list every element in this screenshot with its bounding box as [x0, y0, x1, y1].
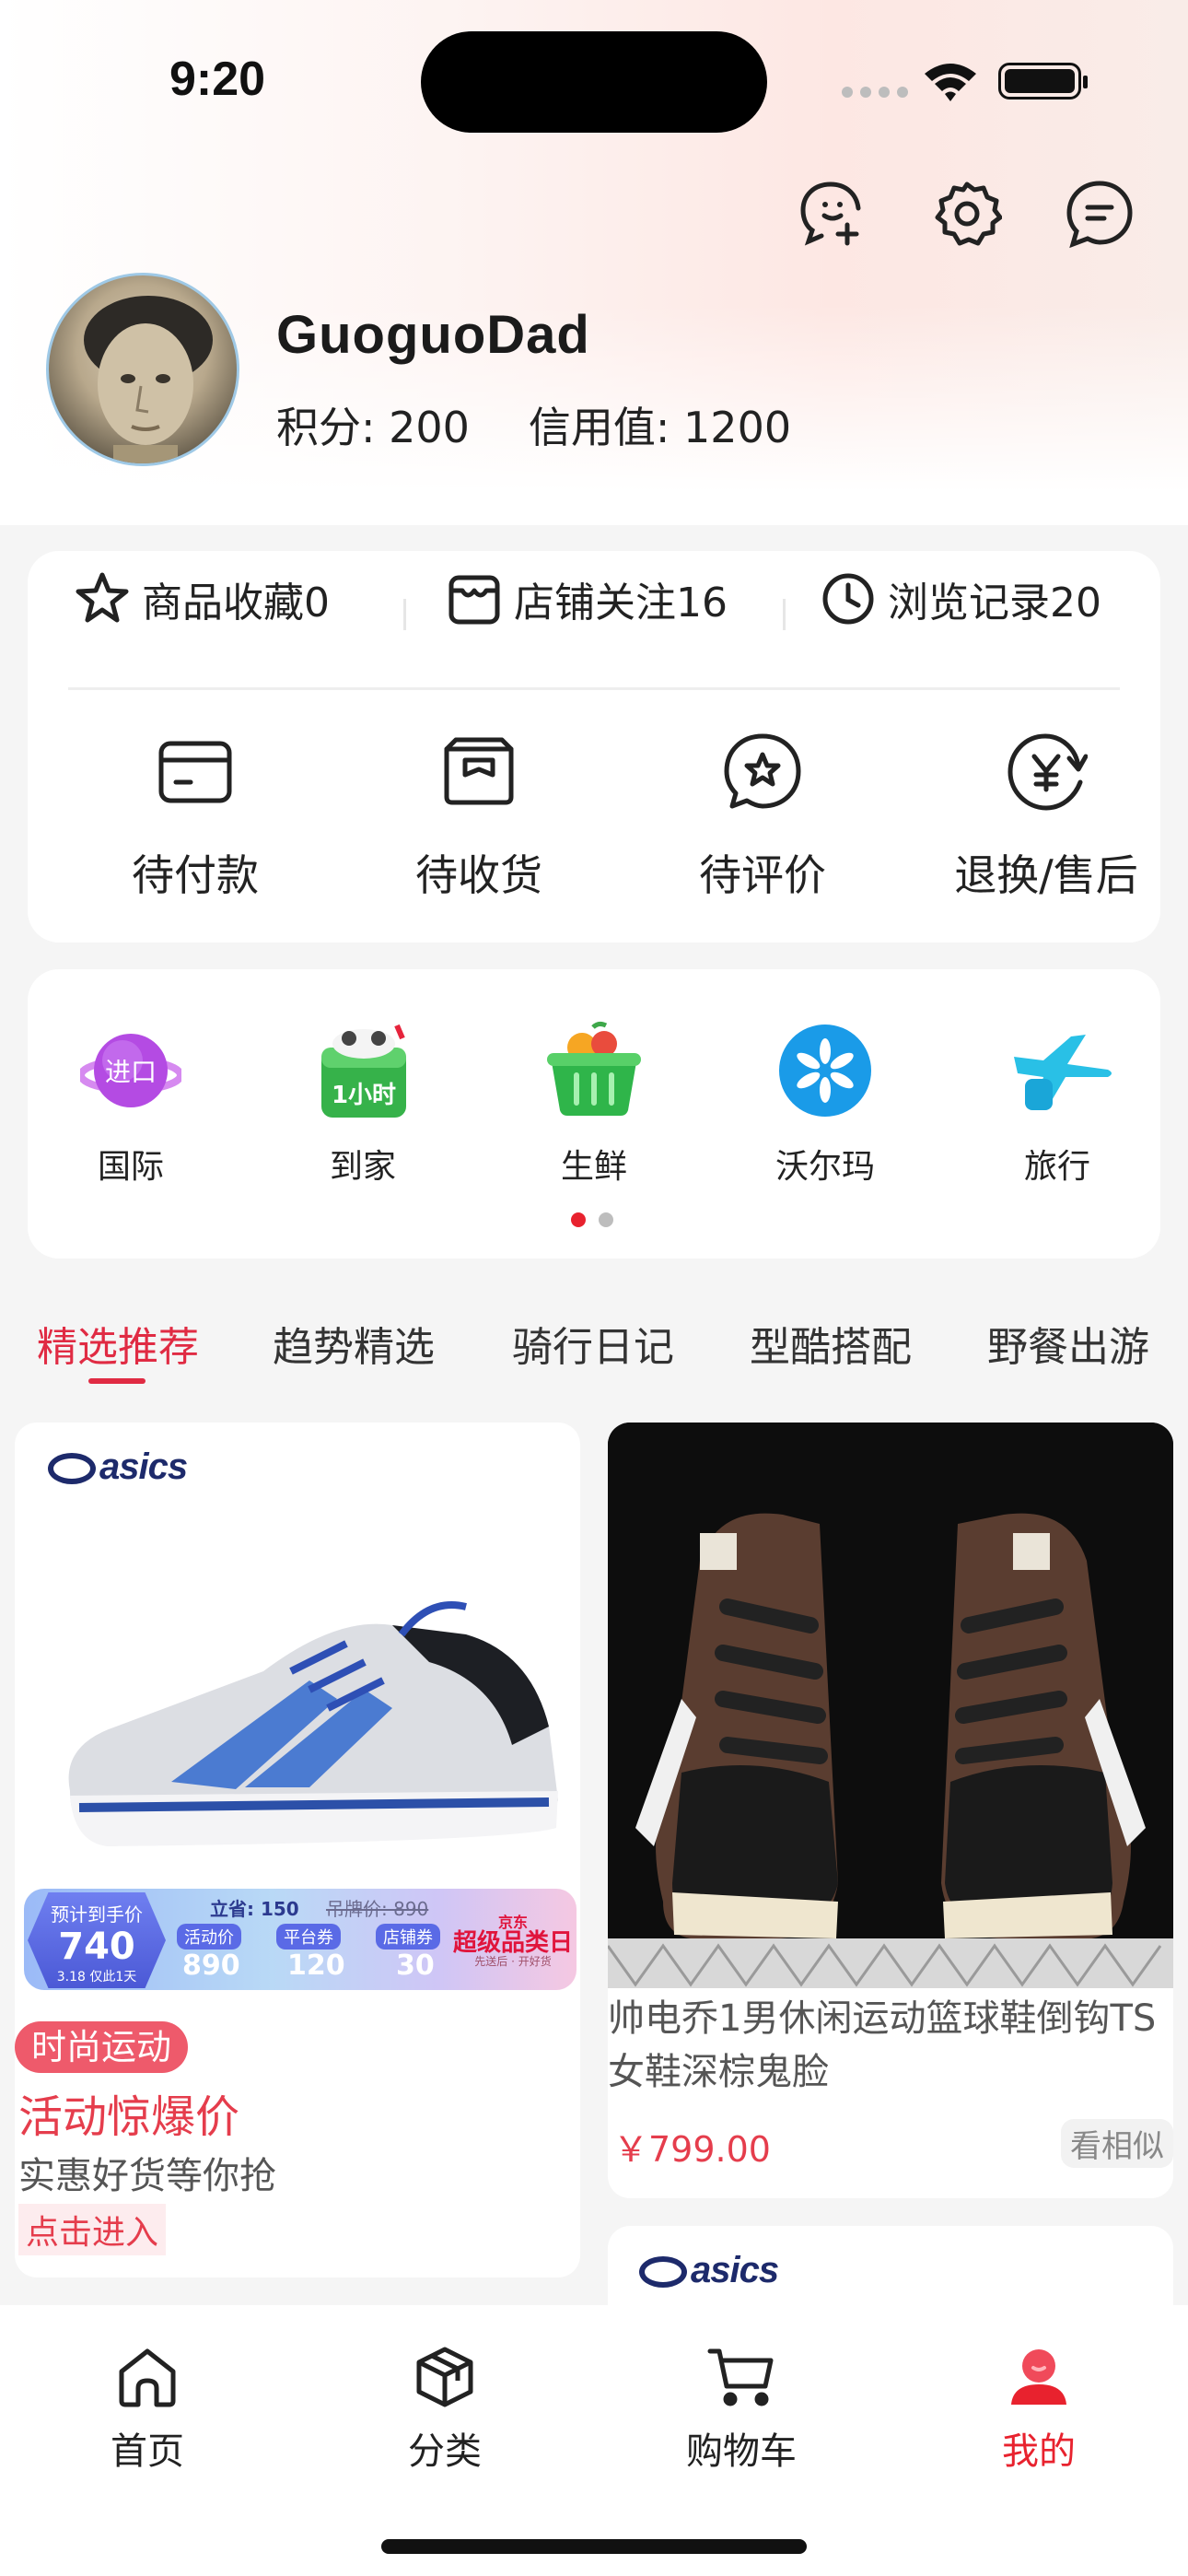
avatar[interactable]	[46, 273, 239, 466]
tab-label: 我的	[1002, 2430, 1076, 2473]
status-time: 9:20	[169, 53, 266, 106]
tab-home[interactable]: 首页	[74, 2340, 221, 2475]
wifi-icon	[925, 64, 976, 101]
product-title: 帅电乔1男休闲运动篮球鞋倒钩TS 女鞋深棕鬼脸	[608, 1997, 1157, 2093]
order-label: 待收货	[415, 850, 542, 900]
save-amount: 立省: 150	[210, 1898, 299, 1920]
estimated-price-badge: 预计到手价 740 3.18 仅此1天	[28, 1892, 166, 1988]
product-card[interactable]: 帅电乔1男休闲运动篮球鞋倒钩TS 女鞋深棕鬼脸 ￥799.00 看相似	[608, 1423, 1173, 2198]
account-card: 商品收藏0 店铺关注16 浏览记录20 待付款 待收货 待评价 退换/售后	[28, 551, 1160, 943]
service-fresh[interactable]: 生鲜	[511, 1020, 677, 1188]
service-label: 旅行	[1023, 1148, 1090, 1186]
cube-icon	[416, 2347, 473, 2407]
order-label: 退换/售后	[954, 850, 1138, 900]
home-icon	[119, 2348, 176, 2407]
basket-icon	[543, 1020, 645, 1121]
refund-icon	[1007, 733, 1088, 811]
gear-icon[interactable]	[928, 175, 1006, 252]
jd-category-day-badge: 京东 超级品类日 先送后 · 开好货	[453, 1914, 574, 1969]
package-icon	[444, 737, 514, 805]
tab-picnic[interactable]: 野餐出游	[987, 1314, 1149, 1373]
order-refund[interactable]: 退换/售后	[926, 726, 1166, 903]
tab-featured[interactable]: 精选推荐	[37, 1314, 199, 1373]
active-tab-indicator	[88, 1378, 146, 1384]
quick-link-favorites[interactable]: 商品收藏0	[74, 569, 330, 628]
service-global[interactable]: 进口 国际	[48, 1020, 214, 1188]
tag-price: 吊牌价: 890	[326, 1898, 429, 1920]
clock-icon	[822, 573, 874, 625]
airplane-icon	[1007, 1020, 1112, 1121]
brand-logo: asics	[639, 2250, 779, 2291]
order-pending-review[interactable]: 待评价	[643, 726, 882, 903]
quick-link-label: 商品收藏0	[142, 580, 330, 626]
review-icon	[724, 733, 801, 809]
delivery-box-icon: 1小时	[312, 1020, 413, 1121]
quick-link-label: 店铺关注16	[514, 580, 728, 626]
status-bar: 9:20	[0, 0, 1188, 157]
tab-category[interactable]: 分类	[371, 2340, 518, 2475]
user-icon	[1011, 2349, 1066, 2405]
tab-cart[interactable]: 购物车	[668, 2340, 815, 2475]
enter-link[interactable]: 点击进入	[18, 2204, 167, 2255]
dynamic-island	[421, 31, 767, 133]
carousel-dot[interactable]	[571, 1212, 586, 1227]
add-friend-icon[interactable]	[792, 175, 869, 252]
tab-me[interactable]: 我的	[965, 2340, 1112, 2475]
tab-style[interactable]: 型酷搭配	[750, 1314, 912, 1373]
tab-trends[interactable]: 趋势精选	[273, 1314, 435, 1373]
card-icon	[158, 741, 232, 803]
order-pending-receipt[interactable]: 待收货	[359, 726, 599, 903]
tab-label: 购物车	[686, 2430, 797, 2473]
order-shortcuts: 待付款 待收货 待评价 退换/售后	[28, 726, 1160, 919]
product-subtitle: 实惠好货等你抢	[18, 2155, 276, 2197]
battery-icon	[998, 63, 1088, 100]
cart-icon	[707, 2348, 774, 2406]
product-card-promo[interactable]: asics 预计到手价 740 3.18 仅此1天 立省: 150 吊牌价: 8…	[15, 1423, 580, 2277]
category-tag: 时尚运动	[15, 2021, 189, 2073]
points-label: 积分: 200	[276, 403, 470, 452]
signal-icon	[842, 87, 908, 98]
service-travel[interactable]: 旅行	[974, 1020, 1140, 1188]
running-shoe-image	[68, 1601, 559, 1846]
store-icon	[448, 575, 500, 625]
walmart-spark-icon	[775, 1020, 876, 1121]
service-label: 沃尔玛	[775, 1148, 875, 1186]
feed-tabs: 精选推荐 趋势精选 骑行日记 型酷搭配 野餐出游	[0, 1271, 1188, 1400]
credit-label: 信用值: 1200	[528, 403, 792, 452]
order-pending-payment[interactable]: 待付款	[76, 726, 315, 903]
quick-link-label: 浏览记录20	[888, 580, 1101, 626]
product-title: 活动惊爆价	[18, 2091, 240, 2143]
brand-logo: asics	[48, 1446, 188, 1488]
service-badge: 进口	[105, 1057, 157, 1087]
product-image	[608, 1423, 1173, 1988]
global-planet-icon: 进口	[77, 1020, 184, 1121]
carousel-indicator	[571, 1212, 613, 1227]
find-similar-button[interactable]: 看相似	[1061, 2119, 1173, 2168]
order-label: 待付款	[132, 850, 259, 900]
service-label: 生鲜	[560, 1148, 627, 1186]
order-label: 待评价	[699, 850, 826, 900]
divider	[68, 687, 1120, 690]
tab-cycling[interactable]: 骑行日记	[512, 1314, 674, 1373]
carousel-dot[interactable]	[599, 1212, 613, 1227]
home-indicator[interactable]	[381, 2539, 807, 2554]
header-actions	[0, 175, 1188, 258]
price-promo-banner: 预计到手价 740 3.18 仅此1天 立省: 150 吊牌价: 890 活动价…	[24, 1889, 577, 1990]
tab-label: 分类	[408, 2430, 482, 2473]
quick-link-history[interactable]: 浏览记录20	[820, 569, 1101, 628]
service-label: 到家	[329, 1148, 396, 1186]
service-label: 国际	[97, 1148, 164, 1186]
profile-page: 9:20 GuoguoDad 积分: 200 信用值: 1200 商品收藏0 店…	[0, 0, 1188, 2576]
star-icon	[76, 572, 129, 623]
username: GuoguoDad	[276, 305, 590, 365]
service-walmart[interactable]: 沃尔玛	[742, 1020, 908, 1188]
user-stats: 积分: 200 信用值: 1200	[276, 394, 791, 455]
tab-label: 首页	[111, 2430, 184, 2473]
service-home-delivery[interactable]: 1小时 到家	[280, 1020, 446, 1188]
message-icon[interactable]	[1061, 175, 1138, 252]
product-price: ￥799.00	[613, 2129, 771, 2170]
service-badge: 1小时	[332, 1082, 396, 1109]
quick-link-shops[interactable]: 店铺关注16	[446, 569, 728, 628]
service-card: 进口 国际 1小时 到家 生鲜 沃尔玛 旅行	[28, 969, 1160, 1259]
